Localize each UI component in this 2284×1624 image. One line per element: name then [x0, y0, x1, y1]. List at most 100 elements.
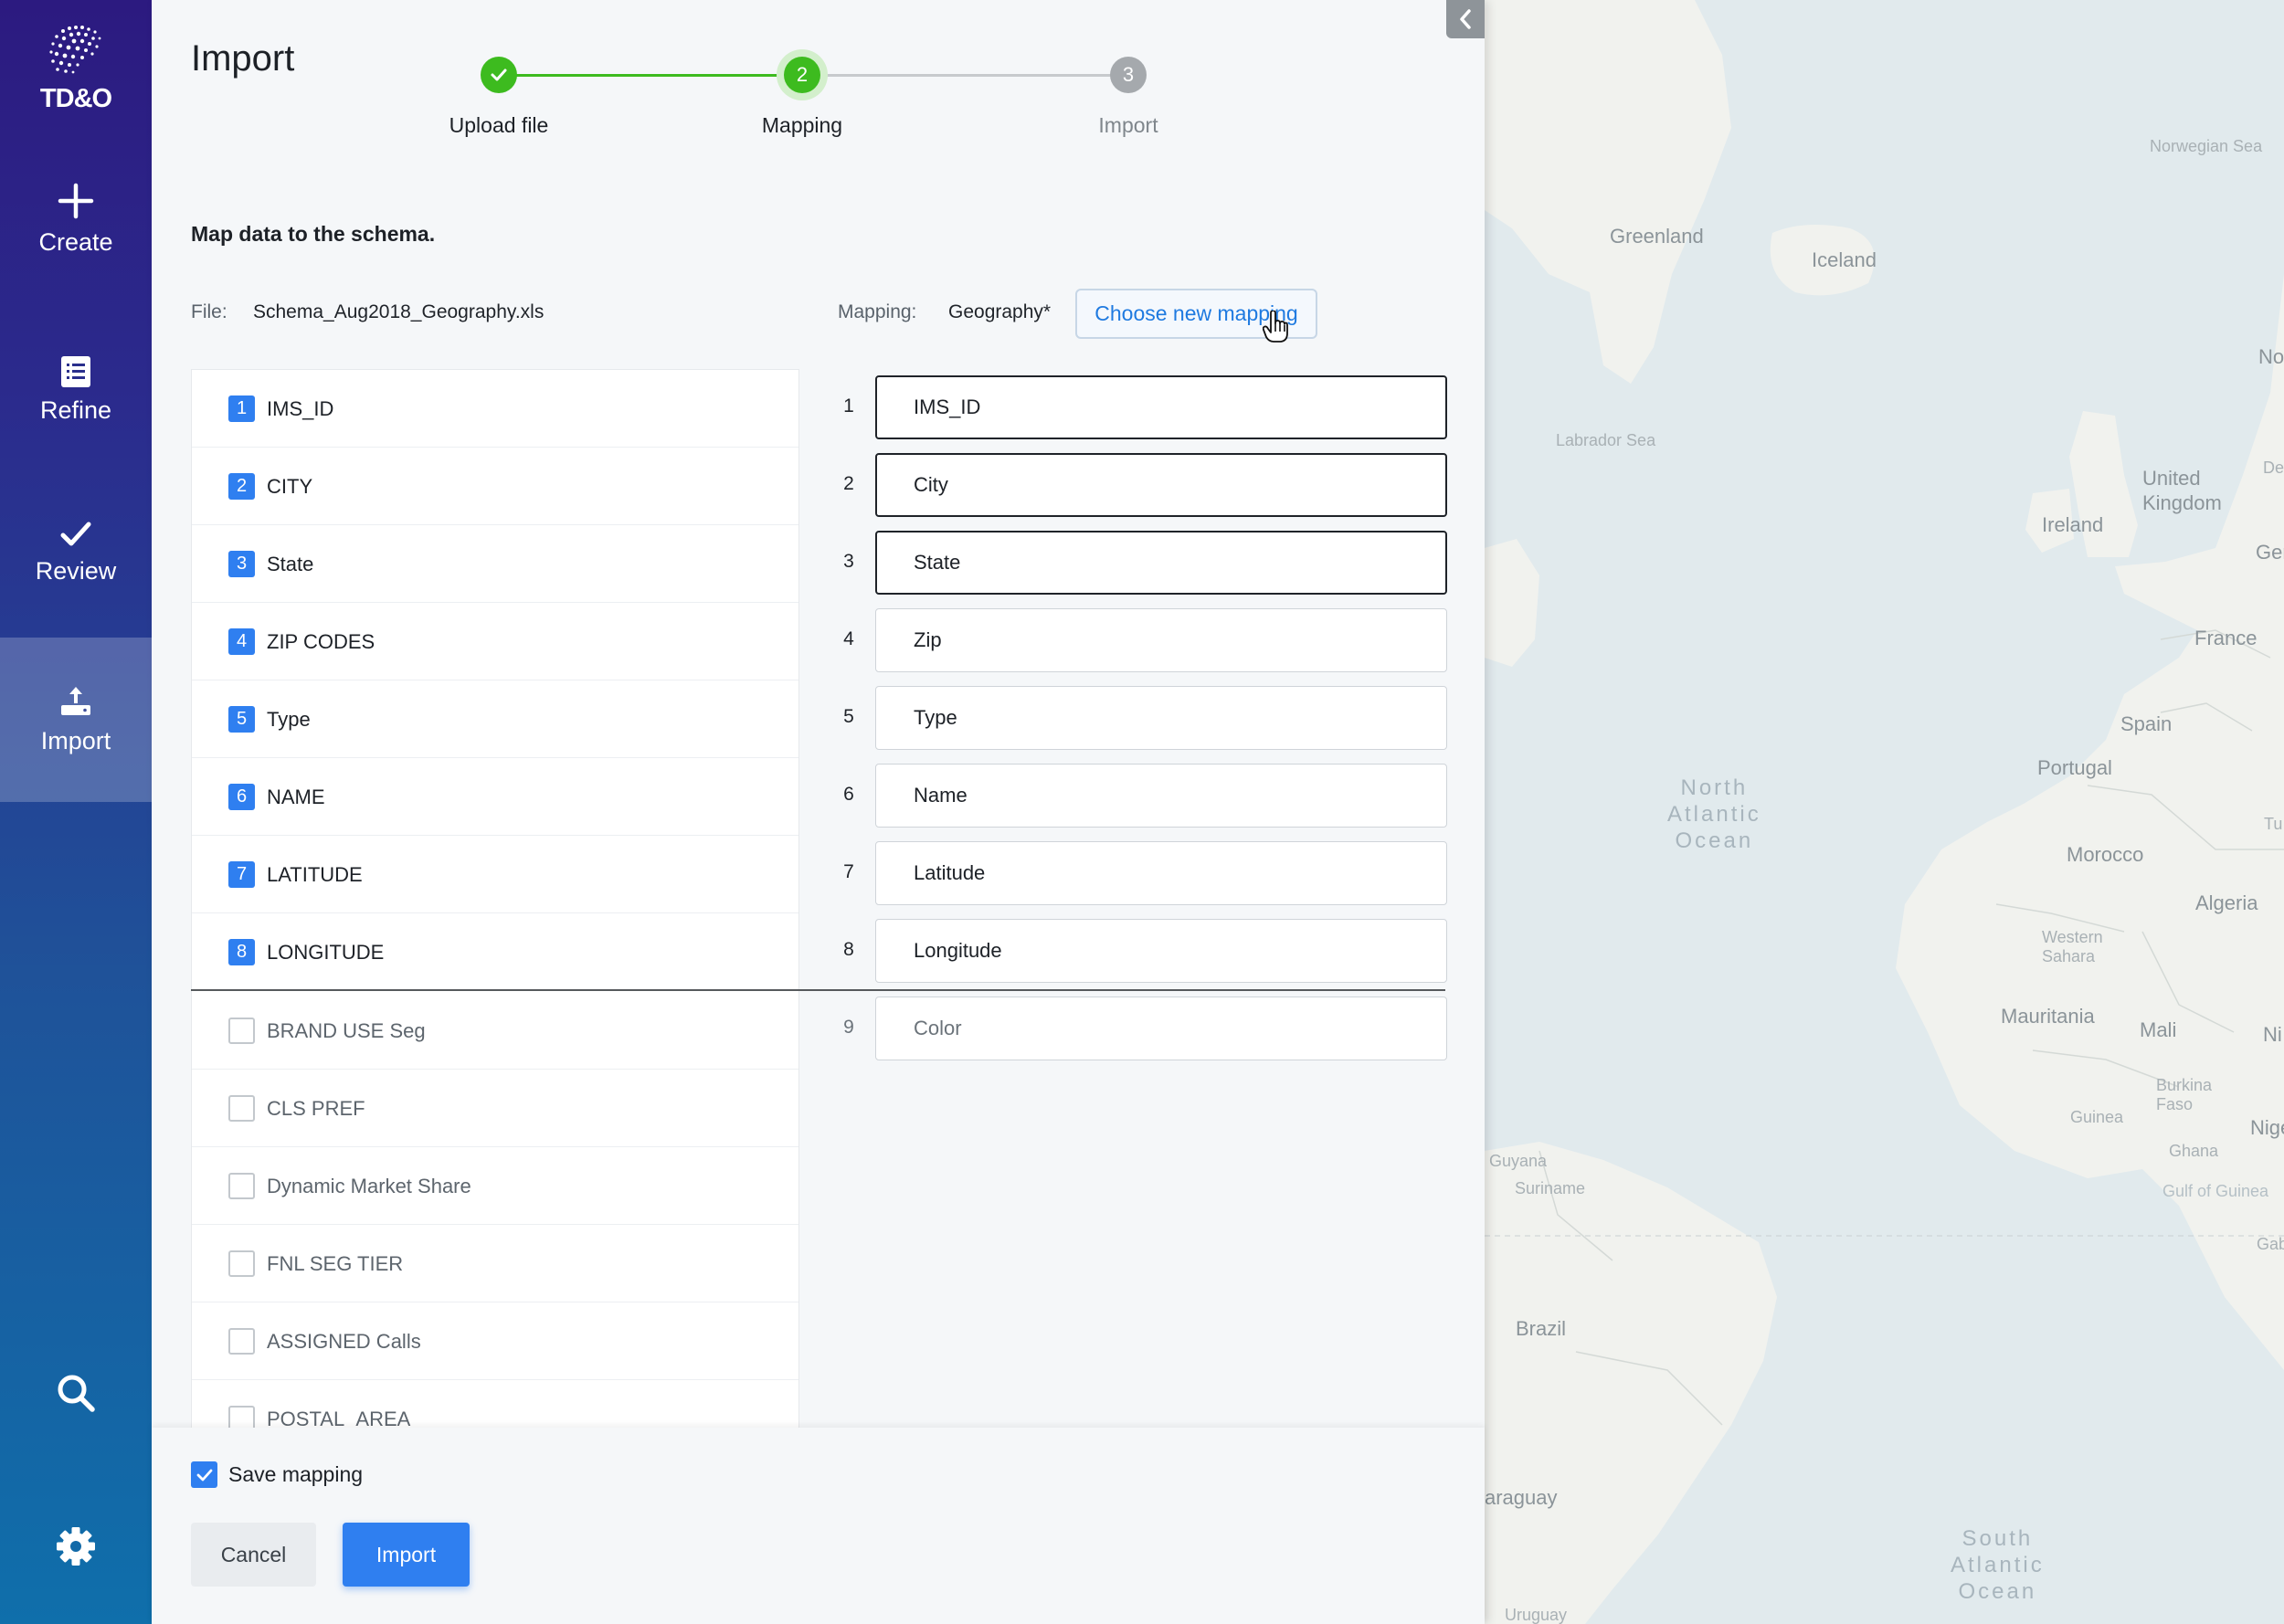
source-column-label: POSTAL_AREA [267, 1408, 411, 1429]
nav-import-label: Import [40, 727, 111, 754]
source-column-row[interactable]: ASSIGNED Calls [192, 1302, 798, 1380]
page-title: Import [191, 38, 295, 79]
target-field[interactable]: Latitude [875, 841, 1447, 905]
nav-review-label: Review [35, 557, 117, 585]
source-column-row[interactable]: BRAND USE Seg [192, 992, 798, 1070]
source-column-label: CITY [267, 475, 313, 498]
panel-footer: Save mapping Cancel Import [152, 1428, 1485, 1624]
nav-refine-label: Refine [39, 396, 112, 424]
map-label-ger: Gerr [2256, 541, 2284, 564]
target-field-number: 5 [843, 706, 854, 727]
target-field[interactable]: IMS_ID [875, 375, 1447, 439]
collapse-panel-button[interactable] [1446, 0, 1485, 38]
chevron-left-icon [1460, 9, 1471, 29]
map-label-nige: Nige [2250, 1116, 2284, 1139]
source-column-checkbox[interactable] [228, 1406, 255, 1429]
brand-logo[interactable]: TD&O [0, 22, 152, 114]
map-label-brazil: Brazil [1516, 1317, 1567, 1340]
mapped-index-badge: 3 [228, 551, 255, 577]
source-column-row[interactable]: FNL SEG TIER [192, 1225, 798, 1302]
source-column-checkbox[interactable] [228, 1250, 255, 1277]
source-column-label: BRAND USE Seg [267, 1019, 426, 1042]
save-mapping-label[interactable]: Save mapping [228, 1462, 363, 1487]
map-label-france: France [2194, 627, 2258, 649]
map-label-iceland: Iceland [1812, 248, 1877, 271]
plus-icon [58, 183, 94, 219]
source-column-row[interactable]: Dynamic Market Share [192, 1147, 798, 1225]
map-label-portugal: Portugal [2037, 756, 2112, 779]
step-connector-pending [821, 74, 1126, 77]
step-connector-complete [499, 74, 803, 77]
source-column-row[interactable]: CLS PREF [192, 1070, 798, 1147]
sidebar: TD&O Create Refine Review Import [0, 0, 152, 1624]
source-column-row[interactable]: 4 ZIP CODES [192, 603, 798, 680]
target-field-number: 3 [843, 551, 854, 572]
mapped-index-badge: 5 [228, 706, 255, 733]
mapped-index-badge: 2 [228, 473, 255, 500]
gear-icon [57, 1527, 95, 1566]
source-column-checkbox[interactable] [228, 1095, 255, 1122]
check-icon [60, 522, 91, 546]
target-field[interactable]: State [875, 531, 1447, 595]
source-column-checkbox[interactable] [228, 1018, 255, 1044]
file-name: Schema_Aug2018_Geography.xls [253, 301, 545, 322]
map-label-nig: Ni [2263, 1023, 2282, 1046]
step-3-pending[interactable]: 3 [1110, 57, 1147, 93]
map-label-mauritania: Mauritania [2001, 1005, 2095, 1028]
source-column-row[interactable]: 7 LATITUDE [192, 836, 798, 913]
search-button[interactable] [0, 1373, 152, 1428]
step-label-mapping: Mapping [761, 113, 843, 137]
map-label-western-sahara: Western Sahara [2042, 928, 2103, 965]
nav-create[interactable]: Create [0, 183, 152, 347]
map-label-south-atlantic: South Atlantic Ocean [1951, 1526, 2045, 1604]
target-field-number: 6 [843, 784, 854, 805]
map-label-algeria: Algeria [2195, 891, 2258, 914]
target-field[interactable]: City [875, 453, 1447, 517]
map-label-suriname: Suriname [1515, 1179, 1586, 1197]
target-field-number: 8 [843, 939, 854, 960]
map-label-nor: Nor [2258, 345, 2284, 368]
import-button[interactable]: Import [343, 1523, 470, 1587]
map-label-gab: Gab [2257, 1235, 2284, 1253]
source-column-row[interactable]: 5 Type [192, 680, 798, 758]
target-field[interactable]: Name [875, 764, 1447, 828]
target-field-number: 7 [843, 861, 854, 882]
list-icon [61, 356, 90, 387]
source-column-checkbox[interactable] [228, 1173, 255, 1199]
target-field[interactable]: Type [875, 686, 1447, 750]
source-column-row[interactable]: 2 CITY [192, 448, 798, 525]
source-column-row[interactable]: 6 NAME [192, 758, 798, 836]
source-columns-list: 1 IMS_ID 2 CITY 3 State 4 ZIP CODES 5 Ty… [191, 369, 799, 1429]
map-label-spain: Spain [2120, 712, 2173, 735]
target-field[interactable]: Color [875, 997, 1447, 1060]
map-label-morocco: Morocco [2067, 843, 2144, 866]
map-label-den: Den [2263, 459, 2284, 477]
step-label-upload: Upload file [449, 113, 549, 137]
map-view[interactable]: Greenland Iceland Norwegian Sea Labrador… [1485, 0, 2284, 1624]
source-column-label: ASSIGNED Calls [267, 1330, 421, 1353]
target-field[interactable]: Longitude [875, 919, 1447, 983]
map-label-uruguay: Uruguay [1505, 1606, 1568, 1624]
target-field-number: 4 [843, 628, 854, 649]
mapped-index-badge: 7 [228, 861, 255, 888]
target-field[interactable]: Zip [875, 608, 1447, 672]
map-label-ireland: Ireland [2042, 513, 2104, 536]
mapped-index-badge: 8 [228, 939, 255, 965]
cancel-button[interactable]: Cancel [191, 1523, 316, 1587]
source-column-row[interactable]: POSTAL_AREA [192, 1380, 798, 1429]
nav-refine[interactable]: Refine [0, 356, 152, 521]
source-column-row[interactable]: 1 IMS_ID [192, 370, 798, 448]
settings-button[interactable] [0, 1526, 152, 1581]
mapped-unmapped-divider [191, 989, 1445, 991]
nav-import[interactable]: Import [0, 638, 152, 802]
source-column-label: ZIP CODES [267, 630, 375, 653]
step-2-current[interactable]: 2 [784, 57, 820, 93]
map-label-labrador-sea: Labrador Sea [1556, 431, 1656, 449]
mapping-name: Geography* [948, 301, 1052, 322]
map-label-ghana: Ghana [2169, 1142, 2219, 1160]
source-column-checkbox[interactable] [228, 1328, 255, 1355]
step-1-complete[interactable] [481, 57, 517, 93]
source-column-row[interactable]: 3 State [192, 525, 798, 603]
save-mapping-checkbox[interactable] [191, 1461, 217, 1488]
source-column-row[interactable]: 8 LONGITUDE [192, 913, 798, 991]
